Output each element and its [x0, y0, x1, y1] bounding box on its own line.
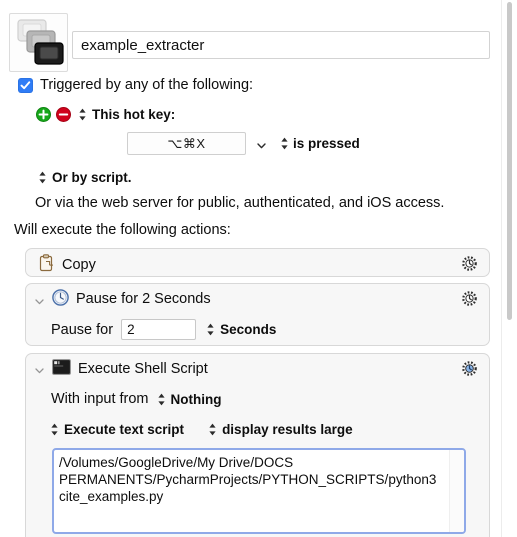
action-card-pause[interactable]: Pause for 2 Seconds Pause for Secon [25, 283, 490, 346]
or-by-script-stepper-icon[interactable] [38, 170, 47, 185]
chevron-down-icon[interactable] [256, 138, 267, 149]
action-gear-icon[interactable] [460, 254, 479, 273]
action-title-text: Pause for 2 Seconds [76, 291, 211, 307]
action-title-text: Copy [62, 256, 96, 273]
results-mode-stepper-icon[interactable] [208, 422, 217, 437]
add-trigger-icon[interactable] [36, 107, 51, 122]
script-mode-label: Execute text script [64, 422, 185, 437]
shell-options-row: Execute text script display results larg… [48, 422, 353, 437]
macro-editor-pane: Triggered by any of the following: This … [0, 0, 517, 537]
pause-duration-row: Pause for Seconds [51, 319, 276, 340]
action-title-shell: Execute Shell Script [34, 359, 208, 378]
disclosure-chevron-icon[interactable] [34, 363, 45, 374]
hotkey-value-row: ⌥⌘X is pressed [127, 132, 360, 155]
macro-header [0, 0, 502, 76]
action-card-copy[interactable]: Copy [25, 248, 490, 277]
action-card-execute-shell-script[interactable]: Execute Shell Script With input from Not… [25, 353, 490, 537]
pause-unit-popup[interactable]: Seconds [204, 322, 276, 337]
action-title-copy: Copy [38, 254, 96, 275]
hotkey-trigger-label[interactable]: This hot key: [92, 107, 175, 122]
results-mode-popup[interactable]: display results large [206, 422, 353, 437]
action-title-pause: Pause for 2 Seconds [34, 289, 211, 309]
shell-input-source-row: With input from Nothing [51, 391, 221, 407]
pause-unit-label: Seconds [220, 322, 277, 337]
input-source-value: Nothing [170, 391, 222, 407]
hotkey-input[interactable]: ⌥⌘X [127, 132, 246, 155]
script-mode-stepper-icon[interactable] [50, 422, 59, 437]
remove-trigger-icon[interactable] [56, 107, 71, 122]
disclosure-chevron-icon[interactable] [34, 294, 45, 305]
or-by-script-row[interactable]: Or by script. [36, 170, 132, 185]
trigger-type-stepper-icon[interactable] [78, 107, 87, 122]
hotkey-condition-popup[interactable]: is pressed [278, 136, 360, 151]
macro-name-input[interactable] [72, 31, 490, 59]
or-by-script-label: Or by script. [52, 170, 132, 185]
actions-heading: Will execute the following actions: [14, 222, 231, 238]
hotkey-condition-stepper-icon[interactable] [280, 136, 289, 151]
action-gear-icon[interactable] [460, 289, 479, 308]
pause-for-label: Pause for [51, 321, 114, 338]
action-title-text: Execute Shell Script [78, 360, 208, 377]
pause-unit-stepper-icon[interactable] [206, 322, 215, 337]
input-source-stepper-icon[interactable] [157, 392, 166, 407]
triggered-by-checkbox[interactable] [18, 77, 33, 93]
with-input-from-label: With input from [51, 391, 149, 407]
pane-scrollbar-thumb[interactable] [507, 2, 512, 320]
input-source-popup[interactable]: Nothing [155, 391, 222, 407]
stacked-keyboards-icon[interactable] [9, 13, 68, 72]
clipboard-copy-icon [38, 254, 55, 275]
pane-scrollbar[interactable] [501, 0, 517, 537]
script-textarea-content[interactable]: /Volumes/GoogleDrive/My Drive/DOCS PERMA… [59, 454, 439, 505]
terminal-icon [52, 359, 71, 378]
hotkey-condition-label: is pressed [293, 136, 360, 151]
action-gear-icon-active[interactable] [460, 359, 479, 378]
pause-duration-input[interactable] [121, 319, 197, 340]
clock-icon [52, 289, 69, 309]
results-mode-label: display results large [222, 422, 353, 437]
web-server-note: Or via the web server for public, authen… [35, 195, 445, 211]
script-textarea[interactable]: /Volumes/GoogleDrive/My Drive/DOCS PERMA… [52, 448, 466, 534]
script-mode-popup[interactable]: Execute text script [48, 422, 184, 437]
script-textarea-scrollbar[interactable] [449, 450, 464, 532]
triggered-by-label: Triggered by any of the following: [40, 77, 254, 93]
triggered-by-row[interactable]: Triggered by any of the following: [18, 77, 253, 93]
hotkey-trigger-header: This hot key: [36, 107, 175, 122]
